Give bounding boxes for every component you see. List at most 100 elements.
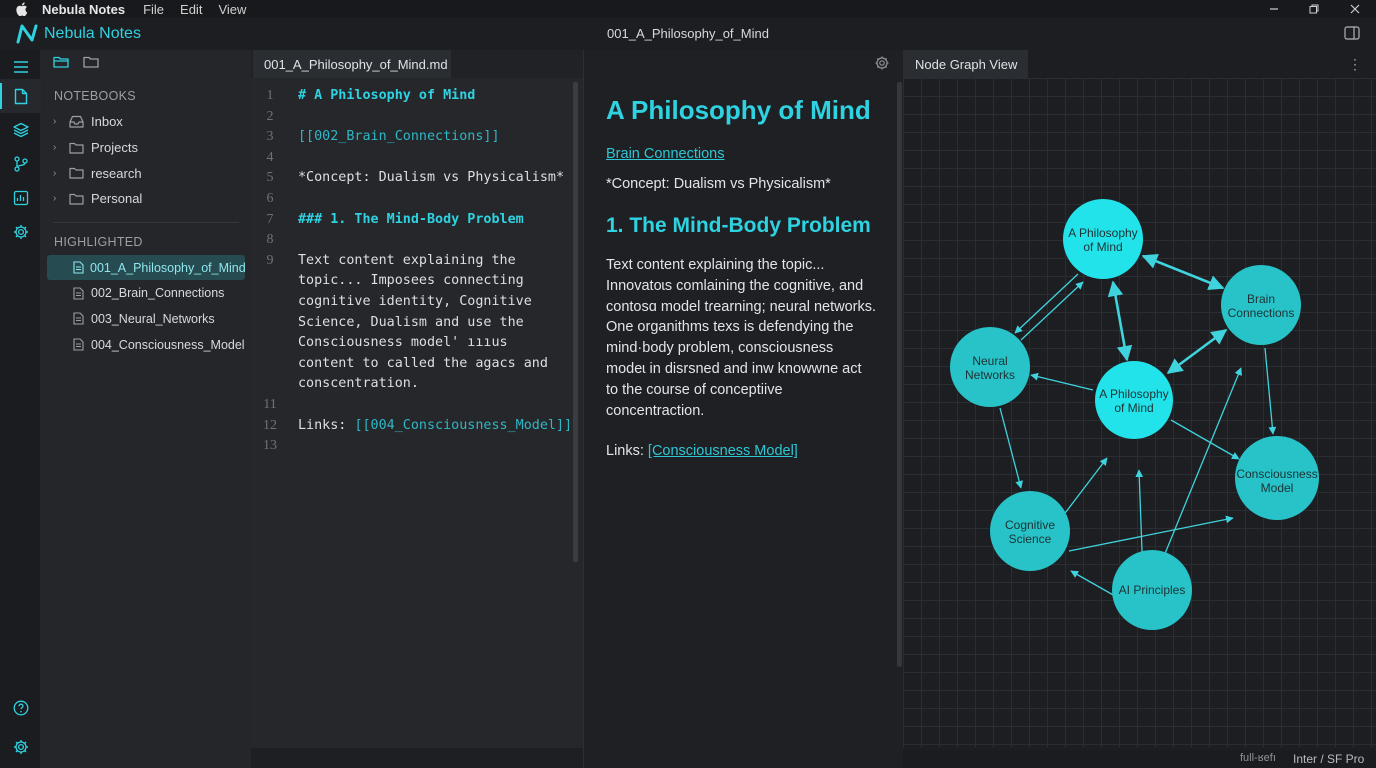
notebook-label: Personal [91, 191, 143, 207]
node-label: AI Principles [1119, 583, 1186, 597]
graph-node-brain-connections[interactable]: Brain Connections [1221, 265, 1301, 345]
app-brand: Nebula Notes [44, 25, 141, 42]
editor-tab[interactable]: 001_A_Philosophy_of_Mind.md [253, 50, 451, 78]
code-line-wikilink: [[002_Brain_Connections]] [298, 129, 500, 145]
graph-node-consciousness-model[interactable]: Consciousness Model [1235, 436, 1319, 520]
file-explorer: NOTEBOOKS › Inbox › Projects › research … [41, 50, 251, 768]
preview-scrollbar[interactable] [897, 82, 902, 667]
node-label: Connections [1228, 306, 1295, 320]
chevron-right-icon[interactable]: › [53, 193, 63, 204]
graph-edge [1014, 273, 1079, 334]
graph-edge [1030, 372, 1094, 391]
code-line-subheading: ### 1. The Mind-Body Problem [298, 211, 524, 227]
node-label: Model [1261, 481, 1294, 495]
note-label: 001_A_Philosophy_of_Mind [90, 260, 246, 275]
node-label: Brain [1247, 292, 1275, 306]
node-graph-pane: Node Graph View ⋮ A Philosophy of Mind B… [903, 50, 1376, 768]
note-file-icon [73, 338, 85, 351]
new-folder-icon[interactable] [83, 55, 99, 73]
status-bar: full-ʁefı Inter / SF Pro [903, 750, 1376, 768]
node-label: Cognitive [1005, 518, 1055, 532]
more-options-icon[interactable]: ⋮ [1348, 56, 1362, 73]
links-wikilink[interactable]: [[004_Consciousness_Model]] [354, 418, 572, 433]
restore-icon[interactable] [1304, 0, 1324, 18]
node-label: Consciousness [1236, 467, 1317, 481]
menu-file[interactable]: File [143, 2, 164, 17]
graph-view-icon[interactable] [0, 181, 41, 215]
folder-icon [69, 166, 85, 180]
node-label: of Mind [1114, 401, 1153, 415]
code-editor[interactable]: 1 2 3 4 5 6 7 8 9 11 12 13 # A Philosoph… [251, 78, 583, 748]
graph-node-neural-networks[interactable]: Neural Networks [950, 327, 1030, 407]
line-number: 3 [266, 129, 274, 145]
graph-tab[interactable]: Node Graph View [903, 50, 1028, 78]
open-folder-icon[interactable] [53, 55, 69, 73]
menu-edit[interactable]: Edit [180, 2, 202, 17]
note-item-neural-networks[interactable]: 003_Neural_Networks [47, 306, 245, 332]
folder-icon [69, 141, 85, 155]
note-file-icon [73, 287, 85, 300]
editor-scrollbar[interactable] [573, 82, 578, 562]
note-label: 003_Neural_Networks [91, 311, 215, 326]
note-item-consciousness-model[interactable]: 004_Consciousness_Model [47, 332, 245, 358]
note-label: 004_Consciousness_Model [91, 337, 245, 352]
preview-link-brain-connections[interactable]: Brain Connections [606, 146, 876, 162]
code-line-heading: # A Philosophy of Mind [298, 88, 476, 103]
files-icon[interactable] [0, 79, 41, 113]
toggle-panel-icon[interactable] [1344, 26, 1360, 40]
code-lines[interactable]: # A Philosophy of Mind [[002_Brain_Conne… [298, 86, 578, 457]
settings-icon[interactable] [0, 730, 41, 764]
settings-gear-icon[interactable] [0, 215, 41, 249]
preview-link-consciousness-model[interactable]: [Consciousness Model] [648, 443, 798, 459]
line-number: 12 [263, 417, 277, 433]
status-font[interactable]: Inter / SF Pro [1293, 752, 1364, 766]
note-label: 002_Brain_Connections [91, 286, 225, 301]
graph-edge [1141, 253, 1225, 291]
graph-node-philosophy-of-mind-center[interactable]: A Philosophy of Mind [1095, 361, 1173, 439]
git-branch-icon[interactable] [0, 147, 41, 181]
note-file-icon [73, 312, 85, 326]
notebook-personal[interactable]: › Personal [41, 186, 251, 212]
window-title: 001_A_Philosophy_of_Mind [607, 26, 769, 41]
line-number: 6 [266, 190, 274, 206]
section-divider [53, 221, 239, 223]
status-mode: full-ʁefı [1240, 752, 1276, 764]
notebook-label: Inbox [91, 114, 123, 130]
menu-view[interactable]: View [218, 2, 246, 17]
menubar-app-name[interactable]: Nebula Notes [42, 2, 125, 17]
inbox-icon [69, 115, 85, 129]
code-line-concept: *Concept: Dualism vs Physicalism* [298, 170, 565, 186]
line-number: 1 [266, 88, 274, 103]
chevron-right-icon[interactable]: › [53, 116, 63, 127]
notebook-research[interactable]: › research [41, 160, 251, 186]
note-item-brain-connections[interactable]: 002_Brain_Connections [47, 280, 245, 306]
note-item-philosophy-of-mind[interactable]: 001_A_Philosophy_of_Mind [47, 254, 246, 281]
layers-icon[interactable] [0, 113, 41, 147]
editor-bottom-bar [251, 748, 583, 768]
preview-settings-icon[interactable] [874, 55, 890, 71]
line-number: 13 [263, 438, 277, 454]
preview-links-prefix: Links: [606, 443, 648, 460]
help-icon[interactable] [0, 691, 41, 725]
line-number: 2 [266, 108, 274, 124]
notebook-inbox[interactable]: › Inbox [41, 109, 251, 135]
markdown-preview-pane: A Philosophy of Mind Brain Connections *… [583, 50, 903, 768]
explorer-toolbar [41, 50, 251, 78]
graph-node-philosophy-of-mind-top[interactable]: A Philosophy of Mind [1063, 199, 1143, 279]
notebook-projects[interactable]: › Projects [41, 135, 251, 161]
notebook-label: research [91, 165, 142, 181]
chevron-right-icon[interactable]: › [53, 142, 63, 153]
minimize-icon[interactable] [1264, 0, 1284, 18]
graph-node-ai-principles[interactable]: AI Principles [1112, 550, 1192, 630]
close-icon[interactable] [1345, 0, 1365, 18]
graph-node-cognitive-science[interactable]: Cognitive Science [990, 491, 1070, 571]
notebook-label: Projects [91, 140, 138, 156]
apple-icon[interactable] [16, 2, 30, 16]
line-number: 4 [266, 149, 274, 165]
node-label: A Philosophy [1068, 226, 1137, 240]
chevron-right-icon[interactable]: › [53, 168, 63, 179]
graph-canvas[interactable]: A Philosophy of Mind Brain Connections N… [903, 78, 1376, 748]
preview-content: A Philosophy of Mind Brain Connections *… [606, 94, 876, 459]
